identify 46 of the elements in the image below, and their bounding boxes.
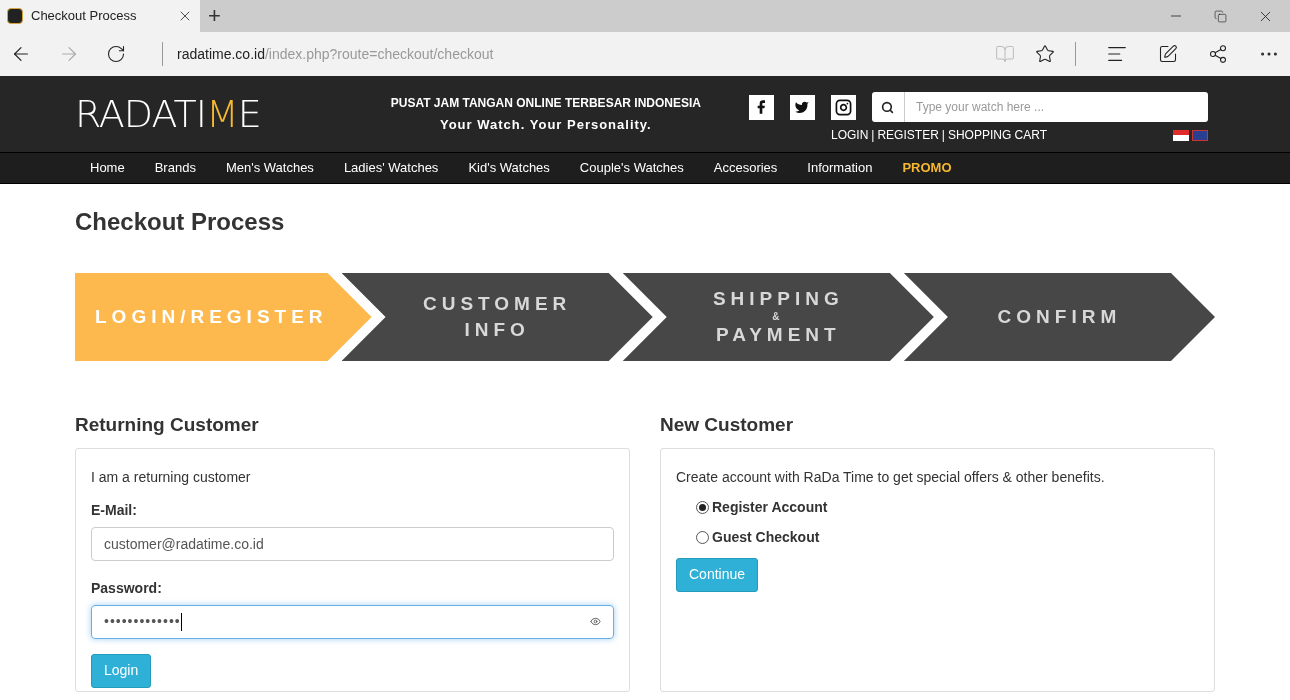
account-link[interactable]: REGISTER [877,126,939,144]
note-pen-icon[interactable] [1158,44,1178,64]
site-logo[interactable]: RADATI M E [75,95,261,133]
site-favicon-icon [7,8,23,24]
section-title: Returning Customer [75,413,260,437]
refresh-icon[interactable] [106,44,126,64]
checkout-step: CONFIRM [903,273,1215,361]
separator-text: | [871,127,875,144]
share-icon[interactable] [1208,44,1228,64]
restore-icon[interactable] [1214,9,1227,23]
favorite-star-icon[interactable] [1035,44,1055,64]
checkout-step: SHIPPING & PAYMENT [622,273,934,361]
instagram-icon[interactable] [831,94,856,120]
radio-label[interactable]: Register Account [712,496,828,518]
intro-text: Create account with RaDa Time to get special offers & other benefits. [676,467,1106,487]
reveal-password-icon[interactable] [590,616,601,627]
nav-link[interactable]: Men's Watches [225,158,314,178]
intro-text: I am a returning customer [91,467,252,487]
checkout-step: CUSTOMER INFO [341,273,653,361]
field-label: E-Mail: [91,500,138,520]
site-tagline: PUSAT JAM TANGAN ONLINE TERBESAR INDONESIA [390,94,701,112]
radio-button[interactable] [696,530,709,544]
nav-link[interactable]: Home [90,158,125,178]
email-field[interactable]: customer@radatime.co.id [91,526,614,561]
site-slogan: Your Watch. Your Personality. [439,115,652,134]
indonesian-flag-icon[interactable] [1173,129,1189,141]
new-tab-button[interactable]: + [208,5,221,27]
nav-link[interactable]: Accesories [713,158,778,178]
twitter-icon[interactable] [790,94,815,120]
search-icon [881,100,895,114]
section-title: New Customer [660,413,795,437]
nav-link[interactable]: Brands [154,158,196,178]
nav-link[interactable]: Couple's Watches [579,158,684,178]
radio-button[interactable] [696,500,709,514]
radio-label[interactable]: Guest Checkout [712,526,820,548]
nav-link[interactable]: PROMO [902,158,952,178]
account-link[interactable]: LOGIN [831,126,869,144]
nav-link[interactable]: Kid's Watches [468,158,550,178]
account-link[interactable]: SHOPPING CART [947,126,1048,144]
nav-link[interactable]: Information [807,158,873,178]
password-field[interactable]: ••••••••••••• [91,604,614,639]
separator-text: | [941,127,945,144]
field-label: Password: [91,578,163,598]
facebook-icon[interactable] [749,94,774,120]
nav-link[interactable]: Ladies' Watches [343,158,439,178]
page-title: Checkout Process [75,207,286,237]
